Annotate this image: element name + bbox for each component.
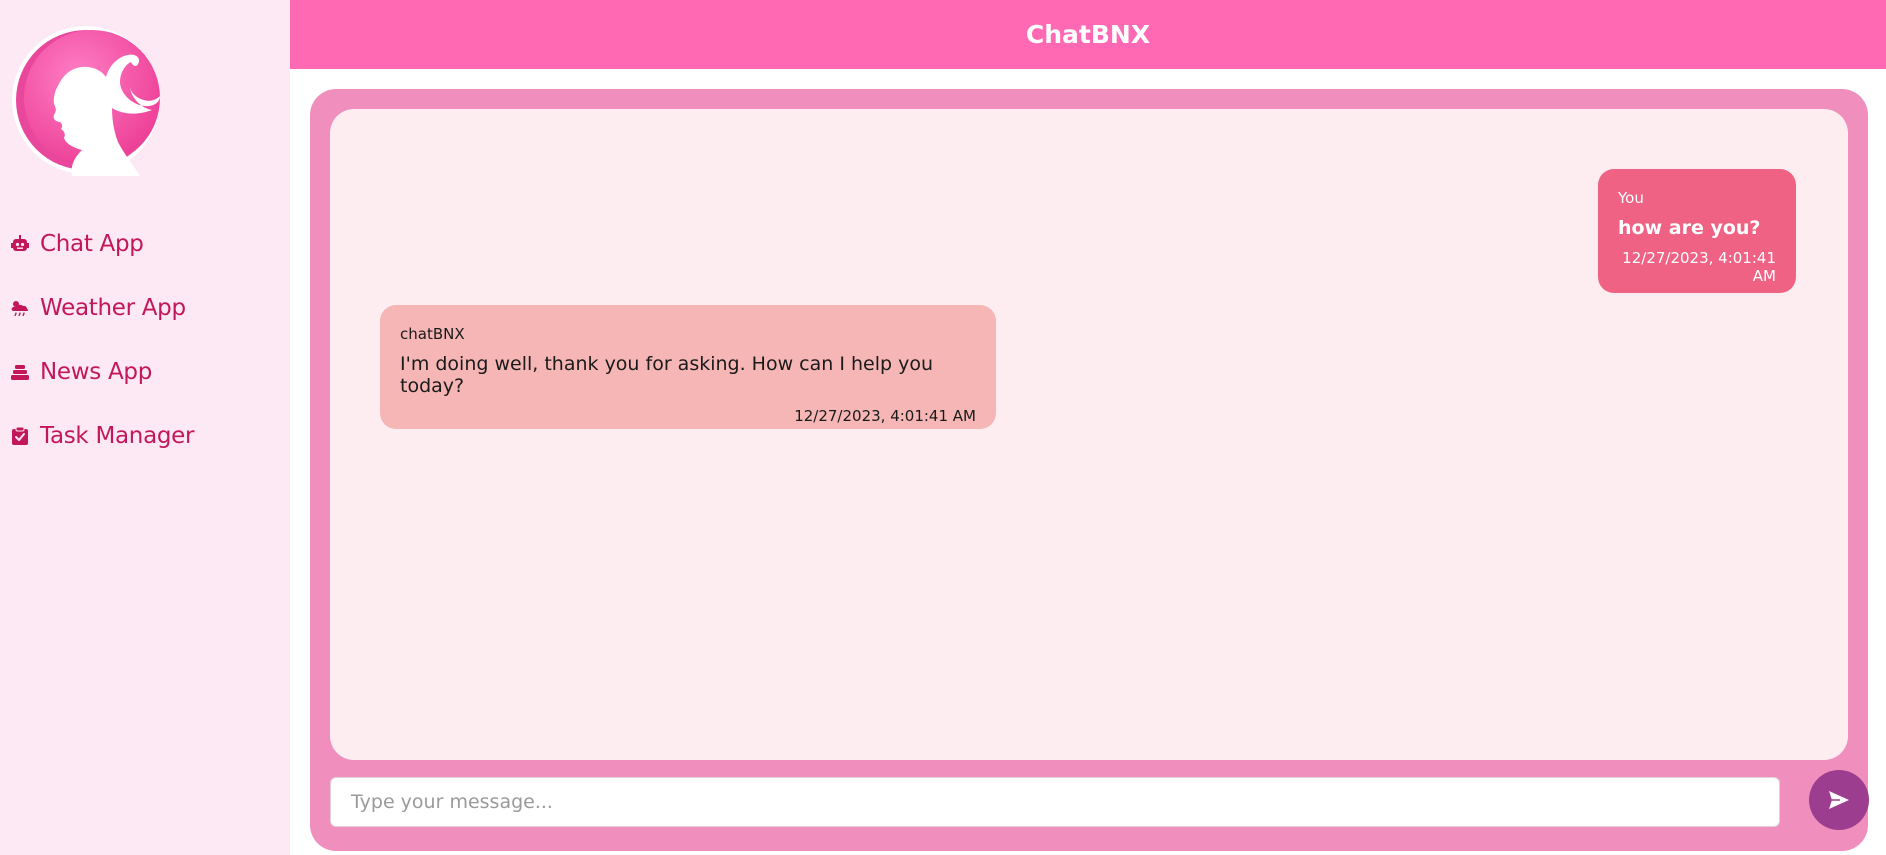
- sidebar-item-weather-app[interactable]: Weather App: [0, 276, 290, 340]
- app-header: ChatBNX: [290, 0, 1886, 69]
- message-text: how are you?: [1618, 217, 1761, 239]
- cloud-sun-rain-icon: [10, 298, 30, 318]
- sidebar-item-label: Task Manager: [40, 423, 195, 449]
- clipboard-check-icon: [10, 426, 30, 446]
- chat-container: You how are you? 12/27/2023, 4:01:41 AM …: [310, 89, 1869, 851]
- send-button[interactable]: [1809, 770, 1869, 830]
- sidebar-item-label: News App: [40, 359, 152, 385]
- sidebar-nav: Chat App Weather App News App Task Manag…: [0, 212, 290, 468]
- bot-message-bubble: chatBNX I'm doing well, thank you for as…: [380, 305, 996, 429]
- sidebar-item-task-manager[interactable]: Task Manager: [0, 404, 290, 468]
- sidebar: Chat App Weather App News App Task Manag…: [0, 0, 290, 855]
- sidebar-item-news-app[interactable]: News App: [0, 340, 290, 404]
- message-list[interactable]: You how are you? 12/27/2023, 4:01:41 AM …: [330, 109, 1848, 760]
- logo-icon: [10, 24, 162, 176]
- message-sender: chatBNX: [400, 325, 465, 343]
- sidebar-item-label: Chat App: [40, 231, 144, 257]
- paper-plane-icon: [1828, 790, 1850, 810]
- sidebar-item-chat-app[interactable]: Chat App: [0, 212, 290, 276]
- message-timestamp: 12/27/2023, 4:01:41 AM: [1622, 249, 1776, 285]
- user-message-bubble: You how are you? 12/27/2023, 4:01:41 AM: [1598, 169, 1796, 293]
- message-sender: You: [1618, 189, 1644, 207]
- message-text: I'm doing well, thank you for asking. Ho…: [400, 353, 934, 397]
- sidebar-item-label: Weather App: [40, 295, 186, 321]
- robot-icon: [10, 234, 30, 254]
- composer: [330, 770, 1869, 837]
- message-timestamp: 12/27/2023, 4:01:41 AM: [794, 407, 976, 425]
- message-input[interactable]: [330, 777, 1780, 827]
- stacked-layers-icon: [10, 362, 30, 382]
- page-title: ChatBNX: [1025, 20, 1151, 49]
